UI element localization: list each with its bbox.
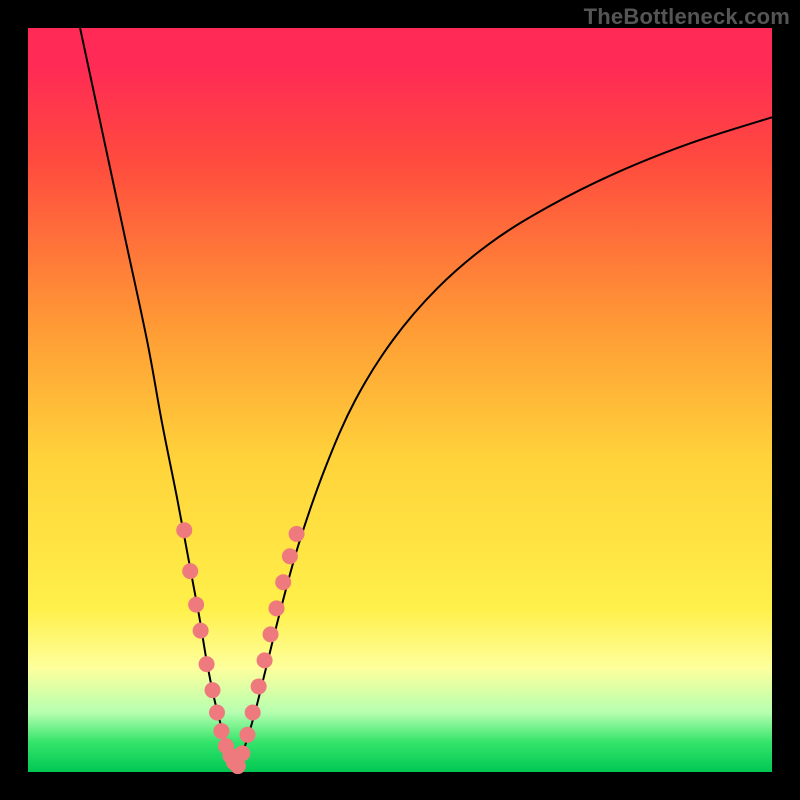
highlight-dot: [209, 704, 225, 720]
highlight-dot: [193, 623, 209, 639]
highlight-dot: [182, 563, 198, 579]
highlight-dot: [239, 727, 255, 743]
highlight-dot: [275, 574, 291, 590]
highlight-dot: [199, 656, 215, 672]
frame-border: TheBottleneck.com: [0, 0, 800, 800]
watermark-label: TheBottleneck.com: [584, 4, 790, 30]
highlight-dot: [251, 678, 267, 694]
highlight-dot: [188, 597, 204, 613]
highlight-dot: [269, 600, 285, 616]
left-curve: [80, 28, 236, 768]
highlight-dot: [282, 548, 298, 564]
highlight-dot: [245, 704, 261, 720]
highlight-dot: [234, 745, 250, 761]
plot-area: [28, 28, 772, 772]
highlight-dots: [176, 522, 304, 774]
highlight-dot: [289, 526, 305, 542]
right-curve: [236, 117, 772, 768]
highlight-dot: [213, 723, 229, 739]
highlight-dot: [176, 522, 192, 538]
chart-svg: [28, 28, 772, 772]
highlight-dot: [257, 652, 273, 668]
highlight-dot: [205, 682, 221, 698]
highlight-dot: [263, 626, 279, 642]
